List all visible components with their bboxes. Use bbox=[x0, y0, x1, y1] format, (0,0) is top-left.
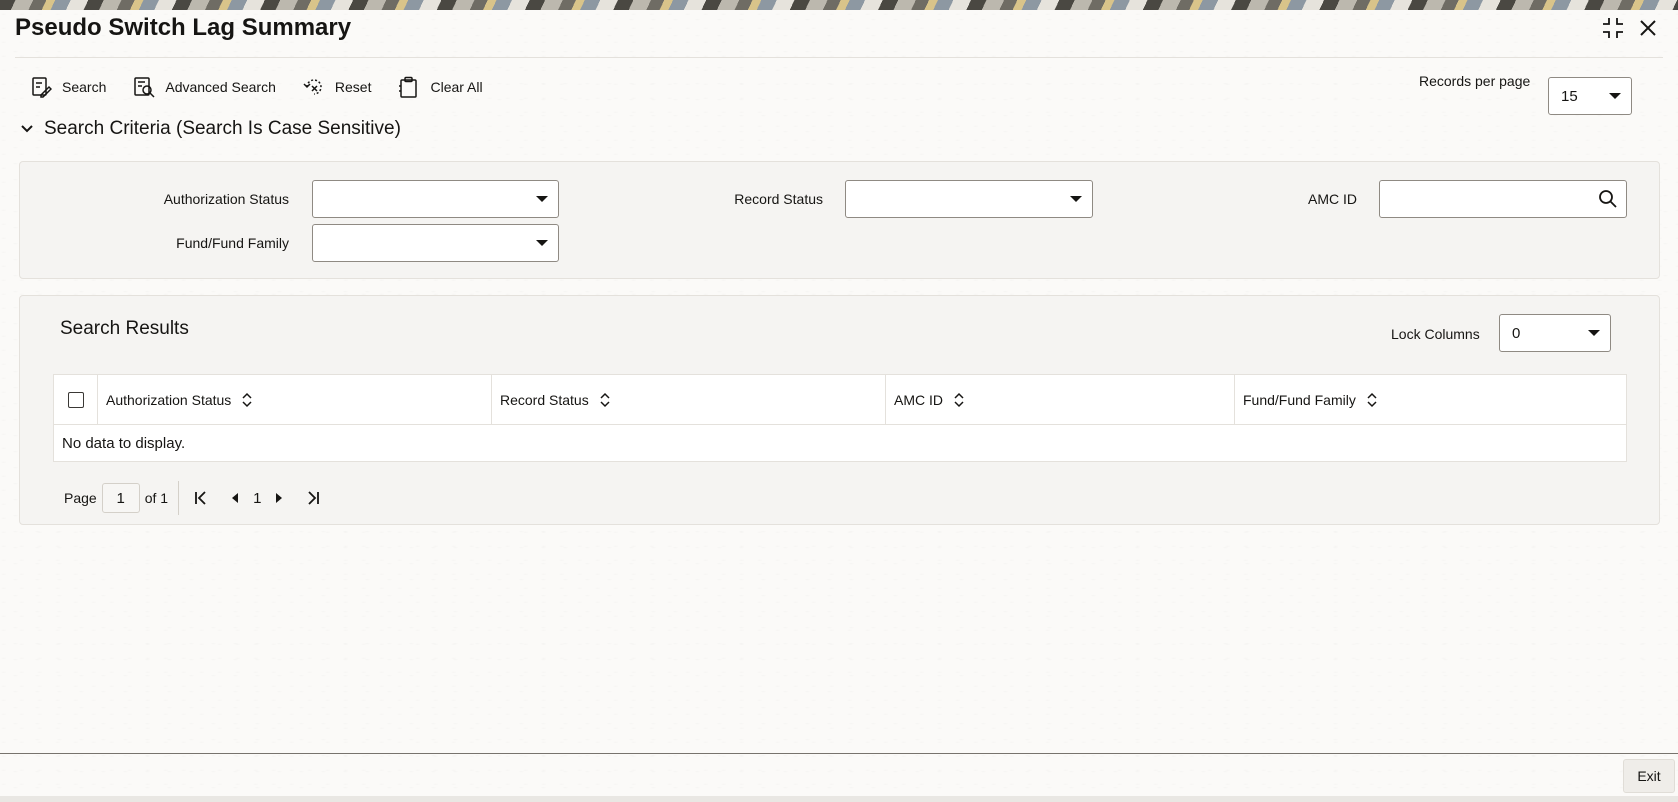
clear-all-button[interactable]: Clear All bbox=[398, 76, 483, 98]
sort-icon[interactable] bbox=[599, 392, 611, 408]
reset-button[interactable]: Reset bbox=[303, 76, 372, 98]
search-icon[interactable] bbox=[1598, 189, 1618, 209]
column-header-label: Authorization Status bbox=[106, 391, 232, 408]
search-results-title: Search Results bbox=[60, 318, 189, 339]
select-all-cell bbox=[54, 375, 98, 424]
page-count-label: of 1 bbox=[144, 490, 169, 506]
record-status-select[interactable] bbox=[845, 180, 1093, 218]
search-button[interactable]: Search bbox=[30, 76, 106, 98]
reset-icon bbox=[303, 79, 322, 95]
advanced-search-button-label: Advanced Search bbox=[165, 79, 276, 95]
fund-family-label: Fund/Fund Family bbox=[176, 235, 289, 251]
column-header-amc-id[interactable]: AMC ID bbox=[886, 375, 1235, 424]
search-criteria-toggle[interactable]: Search Criteria (Search Is Case Sensitiv… bbox=[18, 118, 401, 140]
sort-icon[interactable] bbox=[953, 392, 965, 408]
authorization-status-label: Authorization Status bbox=[163, 191, 289, 207]
clipboard-icon bbox=[399, 76, 418, 98]
amc-id-input[interactable] bbox=[1379, 180, 1627, 218]
records-per-page-value: 15 bbox=[1561, 87, 1578, 105]
fund-family-select[interactable] bbox=[312, 224, 559, 262]
table-header: Authorization Status Record Status AMC I… bbox=[54, 375, 1626, 425]
bottom-strip bbox=[0, 796, 1678, 802]
page-label: Page bbox=[64, 490, 97, 506]
select-all-checkbox[interactable] bbox=[67, 391, 84, 408]
search-criteria-panel bbox=[19, 161, 1660, 279]
search-criteria-title: Search Criteria (Search Is Case Sensitiv… bbox=[44, 118, 401, 139]
search-doc-icon bbox=[32, 77, 52, 98]
close-icon[interactable] bbox=[1636, 16, 1660, 40]
chevron-down-icon bbox=[1070, 196, 1082, 202]
column-header-label: Record Status bbox=[500, 391, 589, 408]
current-page-number: 1 bbox=[253, 489, 262, 507]
amc-id-label: AMC ID bbox=[1308, 191, 1357, 207]
column-header-label: Fund/Fund Family bbox=[1243, 391, 1356, 408]
column-header-record-status[interactable]: Record Status bbox=[492, 375, 886, 424]
chevron-down-icon bbox=[1588, 330, 1600, 336]
chevron-down-icon bbox=[1609, 93, 1621, 99]
last-page-icon[interactable] bbox=[303, 488, 323, 508]
first-page-icon[interactable] bbox=[191, 488, 211, 508]
pager-divider bbox=[178, 481, 180, 515]
reset-button-label: Reset bbox=[334, 79, 372, 95]
page-input-value: 1 bbox=[116, 489, 125, 507]
records-per-page-select[interactable]: 15 bbox=[1548, 77, 1632, 115]
search-button-label: Search bbox=[62, 79, 107, 95]
page-input[interactable]: 1 bbox=[101, 483, 140, 513]
page-title: Pseudo Switch Lag Summary bbox=[15, 14, 352, 41]
previous-page-icon[interactable] bbox=[225, 488, 245, 508]
lock-columns-value: 0 bbox=[1512, 324, 1521, 342]
chevron-down-icon bbox=[21, 125, 33, 133]
column-header-label: AMC ID bbox=[894, 391, 943, 408]
sort-icon[interactable] bbox=[1366, 392, 1378, 408]
results-table: Authorization Status Record Status AMC I… bbox=[53, 374, 1627, 462]
exit-button[interactable]: Exit bbox=[1623, 759, 1675, 793]
record-status-label: Record Status bbox=[734, 191, 823, 207]
records-per-page-label: Records per page bbox=[1419, 73, 1531, 89]
pagination: Page 1 of 1 1 bbox=[64, 481, 323, 515]
top-banner bbox=[0, 0, 1678, 10]
clear-all-button-label: Clear All bbox=[430, 79, 483, 95]
column-header-fund-family[interactable]: Fund/Fund Family bbox=[1235, 375, 1626, 424]
empty-message: No data to display. bbox=[62, 434, 186, 452]
advanced-search-button[interactable]: Advanced Search bbox=[133, 76, 276, 98]
chevron-down-icon bbox=[536, 196, 548, 202]
header-divider bbox=[15, 57, 1663, 58]
chevron-down-icon bbox=[536, 240, 548, 246]
next-page-icon[interactable] bbox=[269, 488, 289, 508]
toolbar: Search Advanced Search Reset Clear All bbox=[30, 70, 510, 104]
lock-columns-select[interactable]: 0 bbox=[1499, 314, 1611, 352]
authorization-status-select[interactable] bbox=[312, 180, 559, 218]
footer-divider bbox=[0, 753, 1678, 754]
advanced-search-icon bbox=[134, 77, 155, 98]
lock-columns-label: Lock Columns bbox=[1391, 326, 1480, 342]
sort-icon[interactable] bbox=[241, 392, 253, 408]
maximize-icon[interactable] bbox=[1601, 16, 1625, 40]
column-header-authorization-status[interactable]: Authorization Status bbox=[98, 375, 492, 424]
